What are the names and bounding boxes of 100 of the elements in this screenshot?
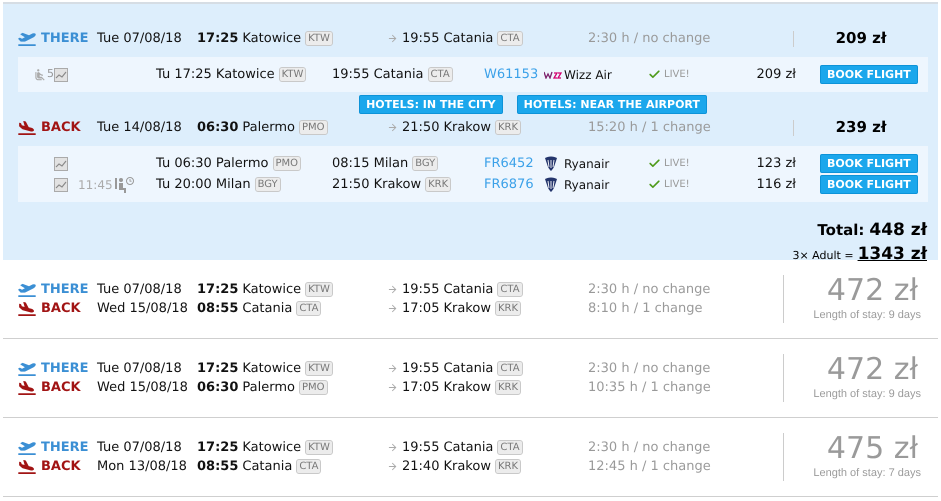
direction-label: THERE — [41, 280, 90, 299]
departure-time: 08:55 — [197, 300, 238, 318]
arrow-icon — [387, 284, 398, 295]
segment-price: 116 zł — [756, 176, 796, 194]
airport-code: KRK — [494, 301, 522, 316]
seats-left: 5 — [47, 66, 54, 82]
departure-city: Katowice — [242, 280, 302, 299]
total-price: 448 zł — [869, 219, 927, 242]
arrival-time: 19:55 — [402, 438, 440, 457]
direction-label: BACK — [41, 378, 82, 397]
airport-code: PMO — [272, 156, 302, 171]
duration-text: 2:30 h / no change — [588, 280, 712, 299]
segment-arrival: 19:55 Catania — [332, 66, 424, 84]
departure-city: Palermo — [242, 118, 295, 137]
departure-city: Palermo — [242, 378, 295, 397]
trip-card[interactable]: THERE Tue 07/08/18 17:25 Katowice KTW 19:55 Catania CTA 2:30 h / no change BACK Mon 13/08/18 08:55 Catania CTA 21:40 Krakow KRK 12:45 h / 1 change 475 zł Length of stay: 7 days — [3, 418, 938, 497]
total-label: Total: — [817, 220, 864, 241]
chart-icon — [54, 178, 68, 192]
airport-code: KTW — [305, 361, 333, 376]
airline-logo-icon — [544, 70, 562, 78]
live-label: LIVE! — [664, 178, 690, 192]
airport-code: CTA — [497, 440, 523, 455]
departing-plane-icon — [18, 440, 36, 454]
airline-logo-icon — [544, 176, 558, 192]
departure-time: 06:30 — [197, 118, 238, 137]
airport-code: KTW — [305, 282, 333, 297]
direction-label: THERE — [41, 30, 90, 48]
arrival-time: 19:55 — [402, 30, 440, 48]
arrival-city: Catania — [443, 438, 494, 457]
direction-label: BACK — [41, 300, 82, 318]
direction-label: BACK — [41, 458, 82, 476]
departure-time: 08:55 — [197, 458, 238, 476]
departure-date: Wed 15/08/18 — [97, 300, 189, 318]
chart-icon — [54, 68, 68, 82]
arrival-time: 19:55 — [402, 360, 440, 378]
duration-text: 2:30 h / no change — [588, 438, 712, 457]
airport-code: KRK — [494, 380, 522, 395]
airline-logo-icon — [544, 156, 558, 172]
arrival-city: Catania — [443, 30, 494, 48]
arrival-city: Krakow — [443, 458, 491, 476]
departure-date: Tue 07/08/18 — [97, 30, 183, 48]
airport-code: BGY — [254, 177, 281, 192]
length-of-stay: Length of stay: 9 days — [813, 386, 921, 402]
landing-plane-icon — [18, 460, 36, 474]
duration-text: 10:35 h / 1 change — [588, 378, 712, 397]
departure-date: Tue 07/08/18 — [97, 280, 183, 299]
arrival-time: 17:05 — [402, 378, 440, 397]
duration-text: 2:30 h / no change — [588, 30, 712, 48]
departure-city: Catania — [242, 458, 292, 476]
arrow-icon — [387, 363, 398, 374]
landing-plane-icon — [18, 302, 36, 316]
departure-city: Catania — [242, 300, 292, 318]
book-flight-button[interactable]: BOOK FLIGHT — [820, 175, 918, 194]
flight-number-link[interactable]: FR6452 — [484, 154, 544, 174]
airport-code: CTA — [296, 459, 322, 474]
trip-card[interactable]: THERE Tue 07/08/18 17:25 Katowice KTW 19:55 Catania CTA 2:30 h / no change BACK Wed 15/08/18 08:55 Catania CTA 17:05 Krakow KRK 8:10 h / 1 change 472 zł Length of stay: 9 days — [3, 260, 938, 339]
trip-price: 472 zł — [826, 354, 918, 386]
arrow-icon — [387, 122, 398, 133]
length-of-stay: Length of stay: 9 days — [813, 308, 921, 323]
duration-text: 15:20 h / 1 change — [588, 118, 712, 137]
departing-plane-icon — [18, 32, 36, 46]
airport-code: KTW — [305, 440, 333, 455]
live-label: LIVE! — [664, 157, 690, 171]
seat-icon — [33, 66, 47, 82]
duration-text: 8:10 h / 1 change — [588, 300, 704, 318]
book-flight-button[interactable]: BOOK FLIGHT — [820, 65, 918, 84]
airport-code: CTA — [497, 31, 523, 46]
departing-plane-icon — [18, 362, 36, 376]
direction-label: THERE — [41, 360, 90, 378]
arrival-time: 17:05 — [402, 300, 440, 318]
airport-code: KRK — [494, 120, 522, 135]
airport-code: KRK — [425, 177, 452, 192]
flight-number-link[interactable]: FR6876 — [484, 174, 544, 194]
arrival-city: Krakow — [443, 378, 491, 397]
segment-arrival: 08:15 Milan — [332, 154, 408, 173]
arrow-icon — [387, 382, 398, 393]
airport-code: CTA — [497, 282, 523, 297]
length-of-stay: Length of stay: 7 days — [813, 466, 921, 481]
check-icon — [648, 68, 661, 81]
arrow-icon — [387, 442, 398, 453]
check-icon — [648, 178, 661, 191]
segment-departure: Tu 20:00 Milan — [156, 176, 251, 194]
segment-departure: Tu 06:30 Palermo — [156, 154, 268, 173]
hotels-button[interactable]: HOTELS: NEAR THE AIRPORT — [516, 95, 707, 114]
book-flight-button[interactable]: BOOK FLIGHT — [820, 154, 918, 173]
arrival-city: Catania — [443, 280, 494, 299]
departure-city: Katowice — [242, 438, 302, 457]
flight-number-link[interactable]: W61153 — [484, 64, 544, 84]
airport-code: KTW — [305, 31, 333, 46]
arrow-icon — [387, 303, 398, 314]
trip-card[interactable]: THERE Tue 07/08/18 17:25 Katowice KTW 19:55 Catania CTA 2:30 h / no change BACK Wed 15/08/18 06:30 Palermo PMO 17:05 Krakow KRK 10:35 h / 1 change 472 zł Length of stay: 9 days — [3, 339, 938, 418]
airport-code: BGY — [412, 156, 438, 171]
arrow-icon — [387, 33, 398, 44]
airport-code: KTW — [278, 67, 306, 82]
hotels-button[interactable]: HOTELS: IN THE CITY — [359, 95, 503, 114]
segment-price: 209 zł — [756, 66, 796, 84]
airport-code: KRK — [494, 459, 522, 474]
direction-label: BACK — [41, 118, 82, 137]
airport-code: CTA — [428, 67, 453, 82]
departure-date: Tue 07/08/18 — [97, 360, 183, 378]
